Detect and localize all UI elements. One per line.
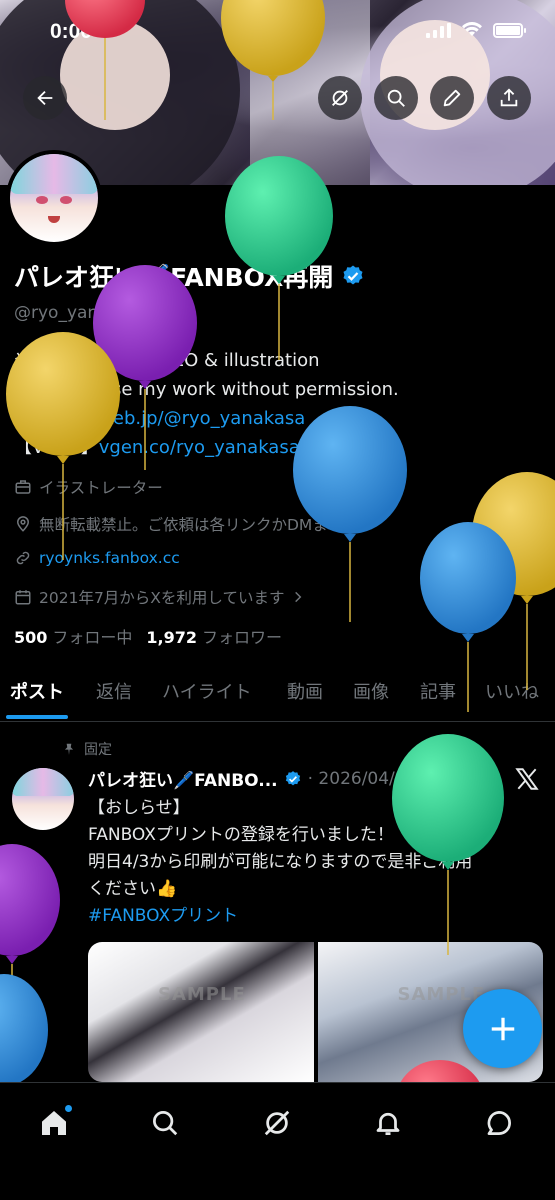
grok-icon [332, 90, 348, 106]
tab-articles[interactable]: 記事 [420, 666, 456, 704]
handle: @ryo_yanakasa [14, 303, 148, 323]
status-bar: 0:00 [0, 0, 555, 60]
home-icon [42, 1111, 66, 1135]
share-button[interactable] [487, 76, 531, 120]
nav-notifications[interactable] [368, 1103, 408, 1143]
pencil-icon [443, 89, 461, 107]
search-icon [387, 89, 405, 107]
plus-icon [491, 1017, 514, 1040]
tab-images[interactable]: 画像 [353, 666, 389, 704]
edit-button[interactable] [430, 76, 474, 120]
post-author-name[interactable]: パレオ狂い🖊️FANBO... [88, 766, 278, 791]
post-body: 【おしらせ】 FANBOXプリントの登録を行いました！ 明日4/3から印刷が可能… [88, 795, 548, 930]
avatar [10, 154, 98, 242]
grok-icon [264, 1110, 290, 1136]
tab-replies[interactable]: 返信 [96, 666, 132, 704]
notification-dot [65, 1105, 72, 1112]
chevron-right-icon [295, 591, 302, 603]
tab-likes[interactable]: いいね [485, 666, 539, 704]
link-icon [16, 551, 30, 565]
tab-posts[interactable]: ポスト [6, 666, 68, 719]
nav-grok[interactable] [257, 1103, 297, 1143]
website-row[interactable]: ryoynks.fanbox.cc [14, 549, 180, 567]
status-time: 0:00 [50, 20, 93, 43]
post-header: パレオ狂い🖊️FANBO... · 2026/04/02 [88, 766, 417, 792]
post-date: · 2026/04/02 [307, 768, 417, 789]
verified-badge-icon [285, 770, 300, 785]
following-stat[interactable]: 500 フォロー中 [14, 624, 132, 648]
pinned-label: 固定 [62, 739, 112, 759]
grok-button[interactable] [318, 76, 362, 120]
post-avatar[interactable] [12, 768, 74, 830]
website-link[interactable]: ryoynks.fanbox.cc [39, 549, 180, 567]
balloon [0, 974, 48, 1082]
arrow-left-icon [37, 90, 53, 106]
joined-row[interactable]: 2021年7月からXを利用しています [14, 586, 305, 608]
profile-tabs: ポスト 返信 ハイライト 動画 画像 記事 いいね [0, 666, 555, 722]
skeb-link[interactable]: skeb.jp/@ryo_yanakasa [94, 408, 306, 429]
nav-home[interactable] [34, 1103, 74, 1143]
bio: やなかさです。PAREO & illustration ※ Do not use… [14, 350, 399, 458]
nav-messages[interactable] [479, 1103, 519, 1143]
display-name: パレオ狂い🖊️FANBOX再開 [14, 258, 365, 294]
battery-icon [493, 22, 526, 38]
bell-icon [376, 1112, 400, 1135]
bottom-nav [0, 1082, 555, 1200]
tab-videos[interactable]: 動画 [287, 666, 323, 704]
search-button[interactable] [374, 76, 418, 120]
verified-badge-icon [343, 265, 363, 285]
tab-highlights[interactable]: ハイライト [162, 666, 252, 704]
signal-icon [426, 22, 451, 38]
back-button[interactable] [23, 76, 67, 120]
location-row: 無断転載禁止。ご依頼は各リンクかDMまで。 [14, 513, 358, 535]
balloon [0, 844, 60, 1045]
hashtag-link[interactable]: #FANBOXプリント [88, 903, 548, 930]
profession-row: イラストレーター [14, 476, 163, 498]
compose-button[interactable] [463, 989, 542, 1068]
media-image[interactable]: SAMPLE [88, 942, 314, 1082]
follow-stats: 500 フォロー中 1,972 フォロワー [14, 624, 282, 648]
calendar-icon [15, 590, 31, 605]
wifi-icon [462, 22, 482, 36]
pin-icon [64, 743, 74, 755]
share-icon [500, 88, 518, 107]
location-icon [16, 516, 30, 532]
search-icon [153, 1111, 178, 1136]
briefcase-icon [15, 480, 31, 494]
vgen-link[interactable]: vgen.co/ryo_yanakasa [99, 437, 300, 458]
balloon [472, 472, 555, 690]
nav-explore[interactable] [145, 1103, 185, 1143]
profile-avatar[interactable] [6, 150, 102, 246]
followers-stat[interactable]: 1,972 フォロワー [146, 624, 282, 648]
chat-icon [487, 1111, 511, 1135]
x-logo-icon[interactable] [514, 766, 540, 792]
